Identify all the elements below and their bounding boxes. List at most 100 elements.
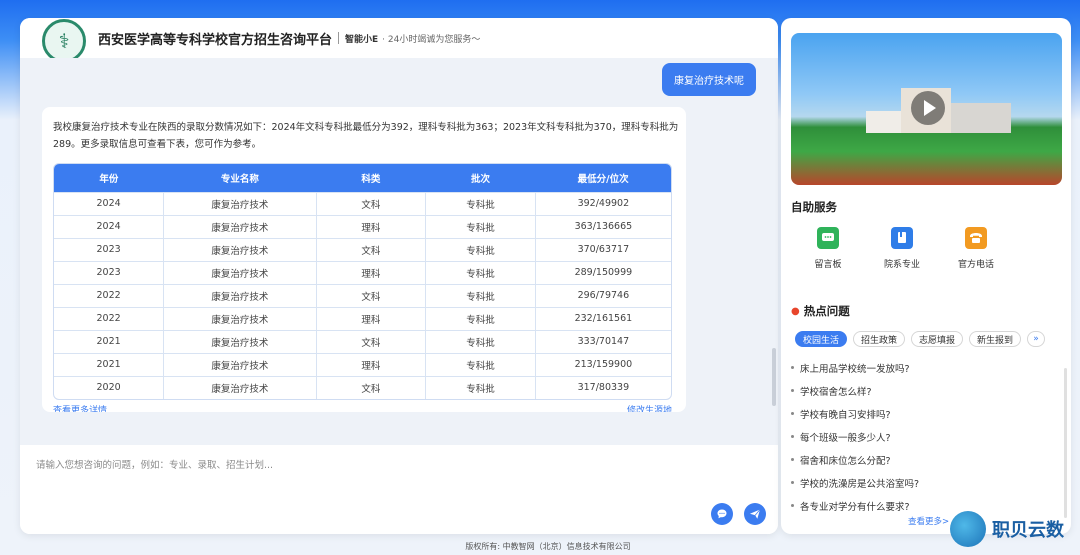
chat-scrollbar[interactable] xyxy=(772,348,776,406)
table-cell: 文科 xyxy=(316,375,427,399)
input-area xyxy=(20,445,778,534)
service-departments[interactable]: 院系专业 xyxy=(865,227,939,270)
table-cell: 2024 xyxy=(54,191,165,215)
table-row: 2021 康复治疗技术 文科 专科批 333/70147 xyxy=(54,329,671,353)
table-cell: 2022 xyxy=(54,283,165,307)
watermark-logo-icon xyxy=(950,511,986,547)
table-cell: 康复治疗技术 xyxy=(163,352,317,376)
table-cell: 289/150999 xyxy=(535,260,671,284)
table-cell: 康复治疗技术 xyxy=(163,191,317,215)
hot-questions-label: 热点问题 xyxy=(803,304,850,318)
self-services: 留言板 院系专业 官方电话 xyxy=(791,227,1061,270)
tab-campus-life[interactable]: 校园生活 xyxy=(795,331,848,347)
more-details-link[interactable]: 查看更多详情 xyxy=(53,403,107,412)
table-cell: 康复治疗技术 xyxy=(163,283,317,307)
table-row: 2020 康复治疗技术 文科 专科批 317/80339 xyxy=(54,375,671,399)
table-cell: 2021 xyxy=(54,329,165,353)
table-cell: 392/49902 xyxy=(535,191,671,215)
service-phone[interactable]: 官方电话 xyxy=(939,227,1013,270)
see-more-link[interactable]: 查看更多> xyxy=(908,515,949,527)
table-row: 2023 康复治疗技术 理科 专科批 289/150999 xyxy=(54,260,671,284)
tab-application[interactable]: 志愿填报 xyxy=(911,331,964,347)
col-header-major: 专业名称 xyxy=(163,164,317,192)
col-header-year: 年份 xyxy=(54,164,164,192)
table-cell: 213/159900 xyxy=(535,352,671,376)
score-table: 年份 专业名称 科类 批次 最低分/位次 2024 康复治疗技术 文科 专科批 392/… xyxy=(53,163,672,400)
watermark-text: 职贝云数 xyxy=(992,520,1064,541)
book-icon xyxy=(891,227,913,249)
phone-icon xyxy=(965,227,987,249)
table-row: 2023 康复治疗技术 文科 专科批 370/63717 xyxy=(54,237,671,261)
table-cell: 2021 xyxy=(54,352,165,376)
chat-panel: ⚕ 西安医学高等专科学校官方招生咨询平台 智能小E · 24小时竭诚为您服务～ … xyxy=(20,18,778,534)
header-divider xyxy=(338,32,340,44)
table-cell: 理科 xyxy=(316,352,427,376)
service-label: 留言板 xyxy=(814,260,842,270)
table-cell: 专科批 xyxy=(425,283,536,307)
chat-bubble-icon xyxy=(717,509,727,519)
table-row: 2021 康复治疗技术 理科 专科批 213/159900 xyxy=(54,352,671,376)
table-cell: 专科批 xyxy=(425,214,536,238)
chat-messages: 康复治疗技术呢 我校康复治疗技术专业在陕西的录取分数情况如下：2024年文科专科… xyxy=(20,58,778,445)
site-title: 西安医学高等专科学校官方招生咨询平台 xyxy=(98,32,333,48)
table-cell: 专科批 xyxy=(425,329,536,353)
table-header-row: 年份 专业名称 科类 批次 最低分/位次 xyxy=(54,164,671,192)
table-cell: 文科 xyxy=(316,329,427,353)
list-item[interactable]: 床上用品学校统一发放吗? xyxy=(791,356,1061,379)
table-cell: 文科 xyxy=(316,191,427,215)
table-row: 2024 康复治疗技术 理科 专科批 363/136665 xyxy=(54,214,671,238)
table-cell: 专科批 xyxy=(425,375,536,399)
table-cell: 理科 xyxy=(316,214,427,238)
table-cell: 2024 xyxy=(54,214,165,238)
col-header-category: 科类 xyxy=(316,164,426,192)
bot-message-text: 我校康复治疗技术专业在陕西的录取分数情况如下：2024年文科专科批最低分为392… xyxy=(53,122,679,150)
assistant-brand: 智能小E xyxy=(345,34,379,45)
question-scrollbar[interactable] xyxy=(1064,368,1067,518)
header-tagline: · 24小时竭诚为您服务～ xyxy=(382,34,481,45)
campus-building xyxy=(866,111,901,133)
tab-enrollment[interactable]: 新生报到 xyxy=(969,331,1022,347)
list-item[interactable]: 学校有晚自习安排吗? xyxy=(791,402,1061,425)
table-cell: 康复治疗技术 xyxy=(163,214,317,238)
table-cell: 2023 xyxy=(54,237,165,261)
campus-video[interactable] xyxy=(791,33,1062,185)
tab-admission-policy[interactable]: 招生政策 xyxy=(853,331,906,347)
question-tabs: 校园生活 招生政策 志愿填报 新生报到 » xyxy=(795,331,1046,347)
table-cell: 专科批 xyxy=(425,237,536,261)
table-cell: 333/70147 xyxy=(535,329,671,353)
header: ⚕ 西安医学高等专科学校官方招生咨询平台 智能小E · 24小时竭诚为您服务～ xyxy=(20,18,778,63)
list-item[interactable]: 每个班级一般多少人? xyxy=(791,425,1061,448)
list-item[interactable]: 学校宿舍怎么样? xyxy=(791,379,1061,402)
fire-icon: ● xyxy=(791,305,800,317)
question-list: 床上用品学校统一发放吗? 学校宿舍怎么样? 学校有晚自习安排吗? 每个班级一般多… xyxy=(791,356,1061,517)
service-message-board[interactable]: 留言板 xyxy=(791,227,865,270)
table-cell: 理科 xyxy=(316,306,427,330)
table-cell: 康复治疗技术 xyxy=(163,375,317,399)
bot-message: 我校康复治疗技术专业在陕西的录取分数情况如下：2024年文科专科批最低分为392… xyxy=(42,107,686,412)
footer-copyright: 版权所有: 中教智网（北京）信息技术有限公司 xyxy=(465,542,631,551)
table-cell: 专科批 xyxy=(425,191,536,215)
table-cell: 2023 xyxy=(54,260,165,284)
col-header-score: 最低分/位次 xyxy=(535,164,671,192)
user-message: 康复治疗技术呢 xyxy=(662,63,756,96)
edit-origin-link[interactable]: 修改生源地 xyxy=(627,403,672,412)
table-row: 2024 康复治疗技术 文科 专科批 392/49902 xyxy=(54,191,671,215)
send-icon xyxy=(750,509,761,519)
table-cell: 232/161561 xyxy=(535,306,671,330)
chat-bubble-button[interactable] xyxy=(711,503,733,525)
table-cell: 文科 xyxy=(316,283,427,307)
question-input[interactable] xyxy=(36,453,716,477)
tabs-next-icon[interactable]: » xyxy=(1027,331,1046,347)
table-cell: 2020 xyxy=(54,375,165,399)
play-icon[interactable] xyxy=(911,91,945,125)
school-logo: ⚕ xyxy=(42,19,86,63)
table-cell: 专科批 xyxy=(425,260,536,284)
service-label: 官方电话 xyxy=(957,260,994,270)
table-row: 2022 康复治疗技术 文科 专科批 296/79746 xyxy=(54,283,671,307)
watermark: 职贝云数 xyxy=(950,511,1064,547)
list-item[interactable]: 学校的洗澡房是公共浴室吗? xyxy=(791,471,1061,494)
send-button[interactable] xyxy=(744,503,766,525)
table-cell: 363/136665 xyxy=(535,214,671,238)
table-cell: 康复治疗技术 xyxy=(163,306,317,330)
list-item[interactable]: 宿舍和床位怎么分配? xyxy=(791,448,1061,471)
